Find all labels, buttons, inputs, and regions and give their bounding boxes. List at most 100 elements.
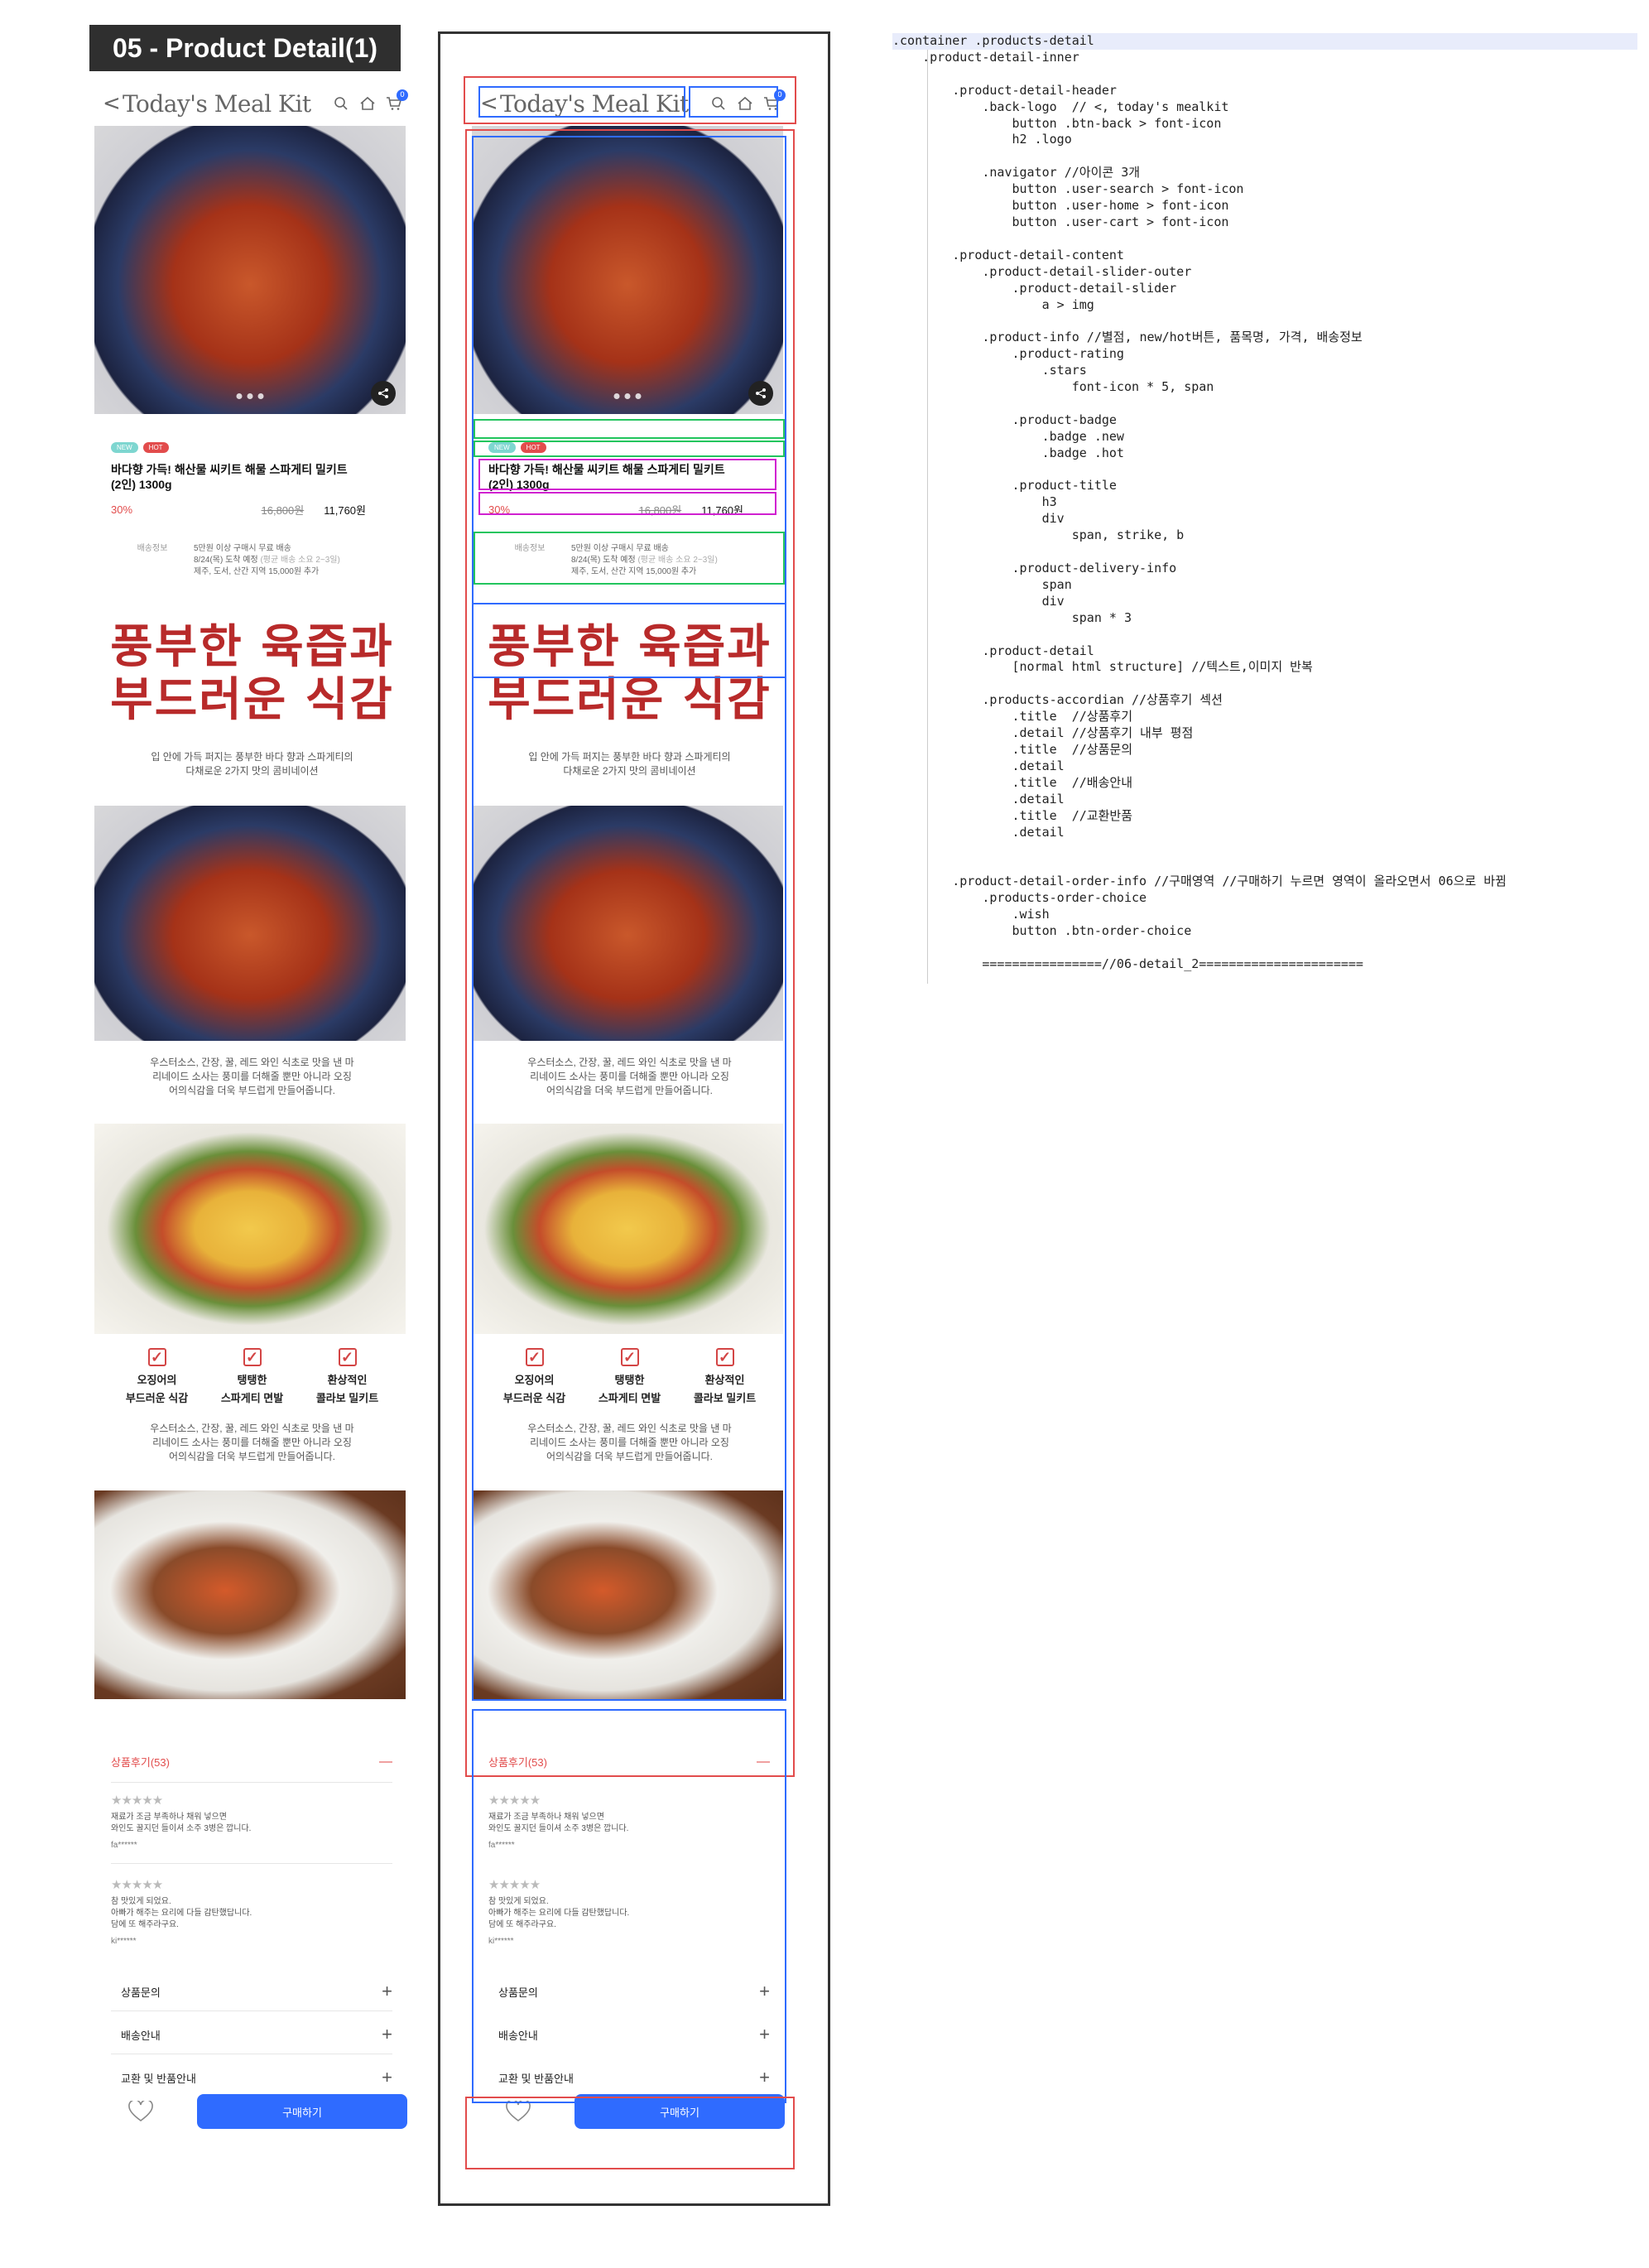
feature-item: ✓ 탱탱한 스파게티 면발 bbox=[220, 1348, 284, 1404]
cart-icon[interactable]: 0 bbox=[385, 89, 408, 113]
back-button[interactable]: < bbox=[480, 91, 498, 116]
product-slider[interactable] bbox=[94, 126, 406, 414]
detail-text: 우스터소스, 간장, 꿀, 레드 와인 식초로 맛을 낸 마 리네이드 소사는 풍… bbox=[150, 1423, 354, 1462]
share-icon[interactable] bbox=[748, 381, 773, 406]
feature-item: ✓ 환상적인 콜라보 밀키트 bbox=[693, 1348, 757, 1404]
annotation-rating bbox=[474, 419, 785, 439]
review-item: ★★★★★ 참 맛있게 되었요. 아빠가 해주는 요리에 다들 감탄했답니다. … bbox=[111, 1878, 392, 1948]
cart-count-badge: 0 bbox=[774, 89, 786, 101]
product-image bbox=[94, 126, 406, 414]
code-line: a > img bbox=[892, 296, 1094, 312]
code-line: .product-detail-slider bbox=[892, 280, 1177, 296]
product-detail-mockup: < Today's Meal Kit 0 NEW HOT 바다향 가득! 해산물… bbox=[93, 83, 411, 2129]
home-icon[interactable] bbox=[358, 94, 377, 113]
accordion-title-reviews[interactable]: 상품후기(53) — bbox=[488, 1754, 770, 1770]
sale-price: 11,760원 bbox=[324, 504, 366, 517]
code-line: button .btn-order-choice bbox=[892, 922, 1192, 938]
product-detail-header: < Today's Meal Kit 0 bbox=[470, 83, 789, 124]
code-line: span, strike, b bbox=[892, 527, 1185, 543]
slider-dots[interactable] bbox=[236, 393, 264, 399]
share-icon[interactable] bbox=[371, 381, 396, 406]
code-line: [normal html structure] //텍스트,이미지 반복 bbox=[892, 659, 1313, 675]
delivery-line: 제주, 도서, 산간 지역 15,000원 추가 bbox=[194, 567, 320, 576]
product-price: 30% 16,800원 11,760원 bbox=[488, 502, 770, 518]
accordion-title-qna[interactable]: 상품문의 + bbox=[111, 1981, 392, 2002]
sale-price: 11,760원 bbox=[701, 504, 743, 517]
detail-features: ✓ 오징어의 부드러운 식감 ✓ 탱탱한 스파게티 면발 ✓ 환상적인 콜라보 밀키트 bbox=[109, 1348, 395, 1408]
delivery-label: 배송정보 bbox=[514, 544, 546, 553]
code-line: div bbox=[892, 593, 1065, 609]
product-badge: NEW HOT bbox=[111, 442, 169, 453]
product-delivery-info: 배송정보 5만원 이상 구매시 무료 배송 8/24(목) 도착 예정 (평균 … bbox=[488, 543, 774, 578]
checkbox-icon: ✓ bbox=[525, 1348, 544, 1366]
product-detail-order-info: 구매하기 bbox=[470, 2087, 789, 2136]
plus-icon: + bbox=[759, 2067, 770, 2087]
product-price: 30% 16,800원 11,760원 bbox=[111, 502, 392, 518]
review-item: ★★★★★ 참 맛있게 되었요. 아빠가 해주는 요리에 다들 감탄했답니다. … bbox=[488, 1879, 770, 1948]
product-title: 바다향 가득! 해산물 씨키트 해물 스파게티 밀키트 (2인) 1300g bbox=[111, 462, 392, 492]
feature-item: ✓ 환상적인 콜라보 밀키트 bbox=[315, 1348, 379, 1404]
detail-text: 입 안에 가득 퍼지는 풍부한 바다 향과 스파게티의 다채로운 2가지 맛의 콤… bbox=[151, 751, 353, 777]
code-line: .detail bbox=[892, 824, 1065, 840]
code-line: .product-rating bbox=[892, 346, 1124, 362]
order-button[interactable]: 구매하기 bbox=[197, 2094, 407, 2129]
delivery-label: 배송정보 bbox=[137, 544, 168, 553]
review-stars: ★★★★★ bbox=[111, 1794, 163, 1808]
feature-item: ✓ 오징어의 부드러운 식감 bbox=[125, 1348, 189, 1404]
navigator: 0 bbox=[709, 89, 786, 113]
code-line: .title //교환반품 bbox=[892, 807, 1133, 823]
search-icon[interactable] bbox=[709, 94, 728, 113]
discount-rate: 30% bbox=[111, 503, 133, 516]
detail-image bbox=[472, 1124, 783, 1334]
slider-dots[interactable] bbox=[613, 393, 642, 399]
search-icon[interactable] bbox=[332, 94, 350, 113]
home-icon[interactable] bbox=[736, 94, 754, 113]
logo[interactable]: Today's Meal Kit bbox=[123, 90, 311, 118]
cart-icon[interactable]: 0 bbox=[762, 89, 786, 113]
code-line: button .user-cart > font-icon bbox=[892, 214, 1229, 229]
badge-new: NEW bbox=[488, 442, 516, 453]
code-line: .product-info //별점, new/hot버튼, 품목명, 가격, … bbox=[892, 330, 1363, 345]
code-line: .back-logo // <, today's mealkit bbox=[892, 99, 1229, 114]
review-item: ★★★★★ 재료가 조금 부족하나 채워 넣으면 와인도 꿀지던 들이셔 소주 … bbox=[488, 1794, 770, 1851]
accordion-title-qna[interactable]: 상품문의 + bbox=[488, 1981, 770, 2002]
plus-icon: + bbox=[382, 2067, 392, 2087]
detail-image bbox=[94, 806, 406, 1041]
accordion-title-shipping[interactable]: 배송안내 + bbox=[111, 2024, 392, 2045]
badge-hot: HOT bbox=[520, 442, 546, 453]
logo[interactable]: Today's Meal Kit bbox=[500, 90, 689, 118]
code-line: span bbox=[892, 576, 1072, 592]
code-line: .title //배송안내 bbox=[892, 774, 1133, 790]
code-line: .product-detail-slider-outer bbox=[892, 263, 1192, 279]
product-delivery-info: 배송정보 5만원 이상 구매시 무료 배송 8/24(목) 도착 예정 (평균 … bbox=[111, 543, 397, 578]
back-button[interactable]: < bbox=[103, 91, 121, 116]
cart-count-badge: 0 bbox=[397, 89, 408, 101]
delivery-line: 8/24(목) 도착 예정 (평균 배송 소요 2~3일) bbox=[571, 556, 718, 565]
delivery-line: 제주, 도서, 산간 지역 15,000원 추가 bbox=[571, 567, 697, 576]
code-line: .product-detail-header bbox=[892, 82, 1117, 98]
order-button[interactable]: 구매하기 bbox=[575, 2094, 785, 2129]
detail-headline: 풍부한 육즙과 부드러운 식감 bbox=[110, 620, 394, 727]
code-line: ================//06-detail_2===========… bbox=[892, 956, 1363, 971]
wish-heart-icon[interactable] bbox=[502, 2095, 535, 2128]
accordion-title-exchange[interactable]: 교환 및 반품안내 + bbox=[488, 2067, 770, 2088]
review-item: ★★★★★ 재료가 조금 부족하나 채워 넣으면 와인도 꿀지던 들이셔 소주 … bbox=[111, 1794, 392, 1851]
wish-heart-icon[interactable] bbox=[124, 2095, 157, 2128]
product-title-line: 바다향 가득! 해산물 씨키트 해물 스파게티 밀키트 bbox=[488, 463, 725, 476]
code-line: .container .products-detail bbox=[892, 33, 1637, 50]
code-line: .detail bbox=[892, 758, 1065, 773]
checkbox-icon: ✓ bbox=[620, 1348, 639, 1366]
accordion-title-exchange[interactable]: 교환 및 반품안내 + bbox=[111, 2067, 392, 2088]
product-slider[interactable] bbox=[472, 126, 783, 414]
review-stars: ★★★★★ bbox=[111, 1878, 163, 1892]
accordion-title-shipping[interactable]: 배송안내 + bbox=[488, 2024, 770, 2045]
code-line: .navigator //아이콘 3개 bbox=[892, 165, 1141, 181]
accordion-title-reviews[interactable]: 상품후기(53) — bbox=[111, 1754, 392, 1770]
code-line: .product-title bbox=[892, 478, 1117, 494]
